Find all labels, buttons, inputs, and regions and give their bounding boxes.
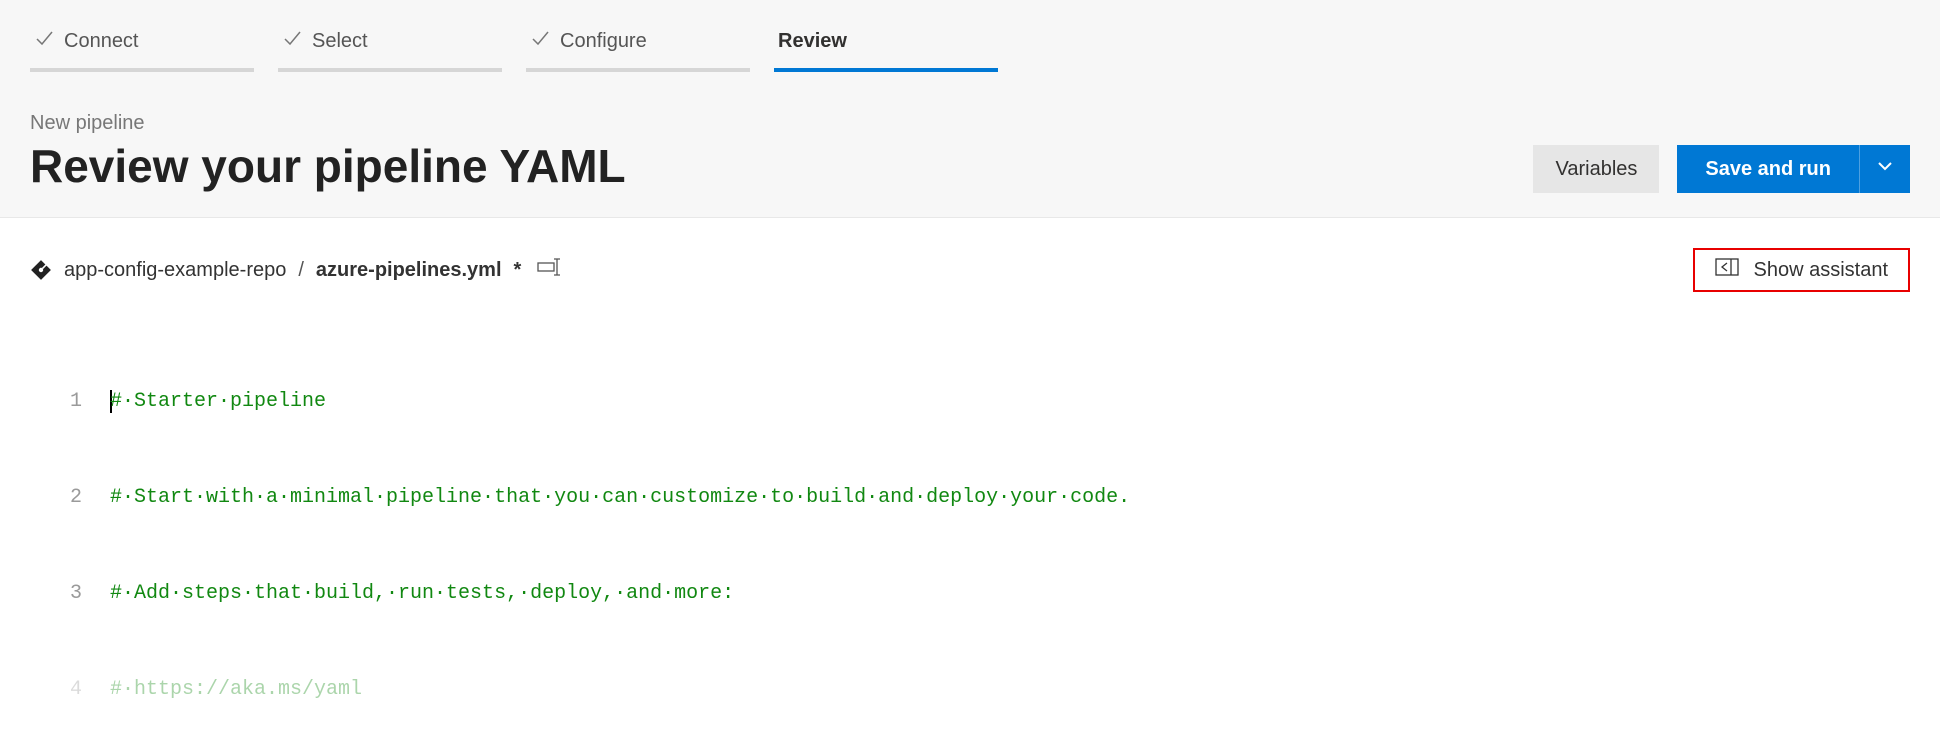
breadcrumb-sep: / — [298, 259, 304, 282]
page-subtitle: New pipeline — [30, 112, 626, 135]
step-connect[interactable]: Connect — [30, 20, 254, 72]
check-icon — [282, 28, 302, 54]
code-text: #·Add·steps·that·build,·run·tests,·deplo… — [110, 578, 734, 610]
step-label: Select — [312, 30, 368, 53]
rename-icon[interactable] — [537, 257, 563, 283]
panel-collapse-icon — [1715, 258, 1739, 282]
step-label: Review — [778, 30, 847, 53]
line-number: 2 — [30, 482, 110, 514]
check-icon — [34, 28, 54, 54]
file-bar: app-config-example-repo / azure-pipeline… — [0, 218, 1940, 302]
step-review[interactable]: Review — [774, 20, 998, 72]
repo-name[interactable]: app-config-example-repo — [64, 259, 286, 282]
page-title: Review your pipeline YAML — [30, 139, 626, 193]
check-icon — [530, 28, 550, 54]
chevron-down-icon — [1876, 157, 1894, 181]
editor-line[interactable]: 4 #·https://aka.ms/yaml — [30, 674, 1910, 706]
title-block: New pipeline Review your pipeline YAML — [30, 112, 626, 193]
file-name[interactable]: azure-pipelines.yml — [316, 259, 502, 282]
show-assistant-button[interactable]: Show assistant — [1693, 248, 1910, 292]
yaml-editor[interactable]: 1 #·Starter·pipeline 2 #·Start·with·a·mi… — [0, 302, 1940, 738]
file-breadcrumb: app-config-example-repo / azure-pipeline… — [30, 257, 563, 283]
dirty-indicator: * — [514, 259, 522, 282]
editor-line[interactable]: 1 #·Starter·pipeline — [30, 386, 1910, 418]
step-configure[interactable]: Configure — [526, 20, 750, 72]
step-select[interactable]: Select — [278, 20, 502, 72]
save-run-split-button: Save and run — [1677, 145, 1910, 193]
code-text: #·Starter·pipeline — [110, 390, 326, 413]
step-label: Configure — [560, 30, 647, 53]
editor-line[interactable]: 3 #·Add·steps·that·build,·run·tests,·dep… — [30, 578, 1910, 610]
code-text: #·Start·with·a·minimal·pipeline·that·you… — [110, 482, 1130, 514]
save-and-run-dropdown[interactable] — [1859, 145, 1910, 193]
line-number: 4 — [30, 674, 110, 706]
step-label: Connect — [64, 30, 139, 53]
wizard-steps: Connect Select Configure Review — [0, 20, 1940, 72]
variables-button[interactable]: Variables — [1533, 145, 1659, 193]
show-assistant-label: Show assistant — [1753, 259, 1888, 282]
repo-icon — [30, 259, 52, 281]
line-number: 3 — [30, 578, 110, 610]
pipeline-wizard-header: Connect Select Configure Review New pipe… — [0, 0, 1940, 218]
editor-line[interactable]: 2 #·Start·with·a·minimal·pipeline·that·y… — [30, 482, 1910, 514]
code-text: #·https://aka.ms/yaml — [110, 674, 362, 706]
line-number: 1 — [30, 386, 110, 418]
header-actions: Variables Save and run — [1533, 145, 1910, 193]
save-and-run-button[interactable]: Save and run — [1677, 145, 1859, 193]
